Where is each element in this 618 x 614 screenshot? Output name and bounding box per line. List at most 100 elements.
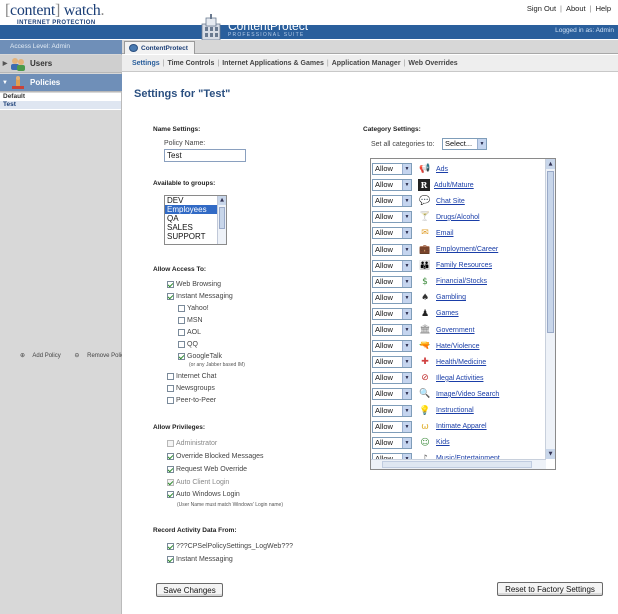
- chevron-down-icon[interactable]: ▼: [402, 308, 411, 319]
- category-link[interactable]: Intimate Apparel: [436, 423, 487, 430]
- chevron-down-icon[interactable]: ▼: [402, 212, 411, 223]
- category-action-select[interactable]: Allow ▼: [372, 420, 412, 433]
- checkbox-checked-icon[interactable]: [167, 281, 174, 288]
- checkbox-checked-icon[interactable]: [178, 353, 185, 360]
- checkbox-empty-icon[interactable]: [167, 373, 174, 380]
- category-link[interactable]: Government: [436, 327, 475, 334]
- help-link[interactable]: Help: [594, 4, 613, 13]
- collapse-arrow-icon[interactable]: ▼: [0, 80, 10, 86]
- category-link[interactable]: Games: [436, 310, 459, 317]
- chevron-down-icon[interactable]: ▼: [402, 180, 411, 191]
- category-action-select[interactable]: Allow ▼: [372, 388, 412, 401]
- checkbox-empty-icon[interactable]: [178, 305, 185, 312]
- checkbox-empty-icon[interactable]: [178, 329, 185, 336]
- chevron-down-icon[interactable]: ▼: [402, 260, 411, 271]
- administrator-checkbox[interactable]: Administrator: [167, 440, 217, 447]
- override-blocked-checkbox[interactable]: Override Blocked Messages: [167, 453, 264, 460]
- chevron-down-icon[interactable]: ▼: [402, 276, 411, 287]
- chevron-down-icon[interactable]: ▼: [402, 341, 411, 352]
- p2p-checkbox[interactable]: Peer-to-Peer: [167, 397, 216, 404]
- scroll-thumb[interactable]: [219, 207, 225, 229]
- category-horizontal-scrollbar[interactable]: [371, 459, 546, 469]
- chevron-down-icon[interactable]: ▼: [402, 389, 411, 400]
- chevron-down-icon[interactable]: ▼: [402, 325, 411, 335]
- category-action-select[interactable]: Allow ▼: [372, 404, 412, 417]
- groups-scrollbar[interactable]: ▲: [217, 196, 226, 244]
- nav-settings[interactable]: Settings: [132, 60, 160, 67]
- auto-client-login-checkbox[interactable]: Auto Client Login: [167, 479, 229, 486]
- category-action-select[interactable]: Allow ▼: [372, 372, 412, 385]
- policy-item-test[interactable]: Test: [0, 101, 121, 109]
- scroll-up-icon[interactable]: ▲: [218, 196, 226, 205]
- category-action-select[interactable]: Allow ▼: [372, 340, 412, 353]
- category-link[interactable]: Image/Video Search: [436, 391, 499, 398]
- checkbox-checked-icon[interactable]: [167, 543, 174, 550]
- checkbox-checked-icon[interactable]: [167, 466, 174, 473]
- chevron-down-icon[interactable]: ▼: [402, 164, 411, 174]
- request-override-checkbox[interactable]: Request Web Override: [167, 466, 247, 473]
- category-link[interactable]: Health/Medicine: [436, 359, 486, 366]
- web-browsing-checkbox[interactable]: Web Browsing: [167, 281, 221, 288]
- nav-application-manager[interactable]: Application Manager: [332, 60, 401, 67]
- category-action-select[interactable]: Allow ▼: [372, 356, 412, 369]
- scroll-up-icon[interactable]: ▲: [546, 159, 555, 169]
- category-link[interactable]: Gambling: [436, 294, 466, 301]
- chevron-down-icon[interactable]: ▼: [402, 228, 411, 239]
- category-link[interactable]: Kids: [436, 439, 450, 446]
- nav-internet-apps-games[interactable]: Internet Applications & Games: [222, 60, 324, 67]
- category-action-select[interactable]: Allow ▼: [372, 195, 412, 208]
- checkbox-empty-icon[interactable]: [167, 397, 174, 404]
- chevron-down-icon[interactable]: ▼: [402, 292, 411, 303]
- set-all-select[interactable]: Select... ▼: [442, 138, 487, 150]
- chevron-down-icon[interactable]: ▼: [402, 437, 411, 448]
- scroll-thumb[interactable]: [547, 171, 554, 333]
- log-web-checkbox[interactable]: ???CPSelPolicySettings_LogWeb???: [167, 543, 293, 550]
- category-link[interactable]: Employment/Career: [436, 246, 498, 253]
- about-link[interactable]: About: [564, 4, 588, 13]
- chevron-down-icon[interactable]: ▼: [402, 373, 411, 384]
- category-action-select[interactable]: Allow ▼: [372, 291, 412, 304]
- checkbox-checked-icon[interactable]: [167, 293, 174, 300]
- category-link[interactable]: Family Resources: [436, 262, 492, 269]
- nav-web-overrides[interactable]: Web Overrides: [408, 60, 457, 67]
- category-action-select[interactable]: Allow ▼: [372, 243, 412, 256]
- category-action-select[interactable]: Allow ▼: [372, 436, 412, 449]
- checkbox-checked-icon[interactable]: [167, 556, 174, 563]
- category-link[interactable]: Chat Site: [436, 198, 465, 205]
- category-action-select[interactable]: Allow ▼: [372, 275, 412, 288]
- category-action-select[interactable]: Allow ▼: [372, 259, 412, 272]
- category-link[interactable]: Ads: [436, 166, 448, 173]
- reset-factory-settings-button[interactable]: Reset to Factory Settings: [497, 582, 603, 596]
- aol-checkbox[interactable]: AOL: [178, 329, 201, 336]
- category-link[interactable]: Email: [436, 230, 454, 237]
- category-link[interactable]: Instructional: [436, 407, 474, 414]
- checkbox-empty-icon[interactable]: [167, 385, 174, 392]
- chevron-down-icon[interactable]: ▼: [477, 139, 486, 149]
- category-action-select[interactable]: Allow ▼: [372, 307, 412, 320]
- checkbox-disabled-icon[interactable]: [167, 440, 174, 447]
- sidebar-item-policies[interactable]: ▼ Policies: [0, 74, 122, 92]
- log-im-checkbox[interactable]: Instant Messaging: [167, 556, 233, 563]
- scroll-thumb[interactable]: [382, 461, 532, 468]
- category-action-select[interactable]: Allow ▼: [372, 324, 412, 336]
- category-link[interactable]: Illegal Activities: [436, 375, 483, 382]
- msn-checkbox[interactable]: MSN: [178, 317, 203, 324]
- category-link[interactable]: Adult/Mature: [434, 182, 474, 189]
- yahoo-checkbox[interactable]: Yahoo!: [178, 305, 209, 312]
- tab-contentprotect[interactable]: ContentProtect: [124, 41, 195, 54]
- groups-listbox[interactable]: DEV Employees QA SALES SUPPORT ▲: [164, 195, 227, 245]
- policy-item-default[interactable]: Default: [0, 93, 121, 101]
- save-changes-button[interactable]: Save Changes: [156, 583, 223, 597]
- checkbox-empty-icon[interactable]: [178, 341, 185, 348]
- policy-name-input[interactable]: Test: [164, 149, 246, 162]
- category-link[interactable]: Hate/Violence: [436, 343, 479, 350]
- checkbox-disabled-checked-icon[interactable]: [167, 479, 174, 486]
- chevron-down-icon[interactable]: ▼: [402, 244, 411, 255]
- internet-chat-checkbox[interactable]: Internet Chat: [167, 373, 216, 380]
- checkbox-empty-icon[interactable]: [178, 317, 185, 324]
- category-link[interactable]: Financial/Stocks: [436, 278, 487, 285]
- instant-messaging-checkbox[interactable]: Instant Messaging: [167, 293, 233, 300]
- category-action-select[interactable]: Allow ▼: [372, 163, 412, 175]
- nav-time-controls[interactable]: Time Controls: [167, 60, 214, 67]
- category-vertical-scrollbar[interactable]: ▲ ▼: [545, 159, 555, 459]
